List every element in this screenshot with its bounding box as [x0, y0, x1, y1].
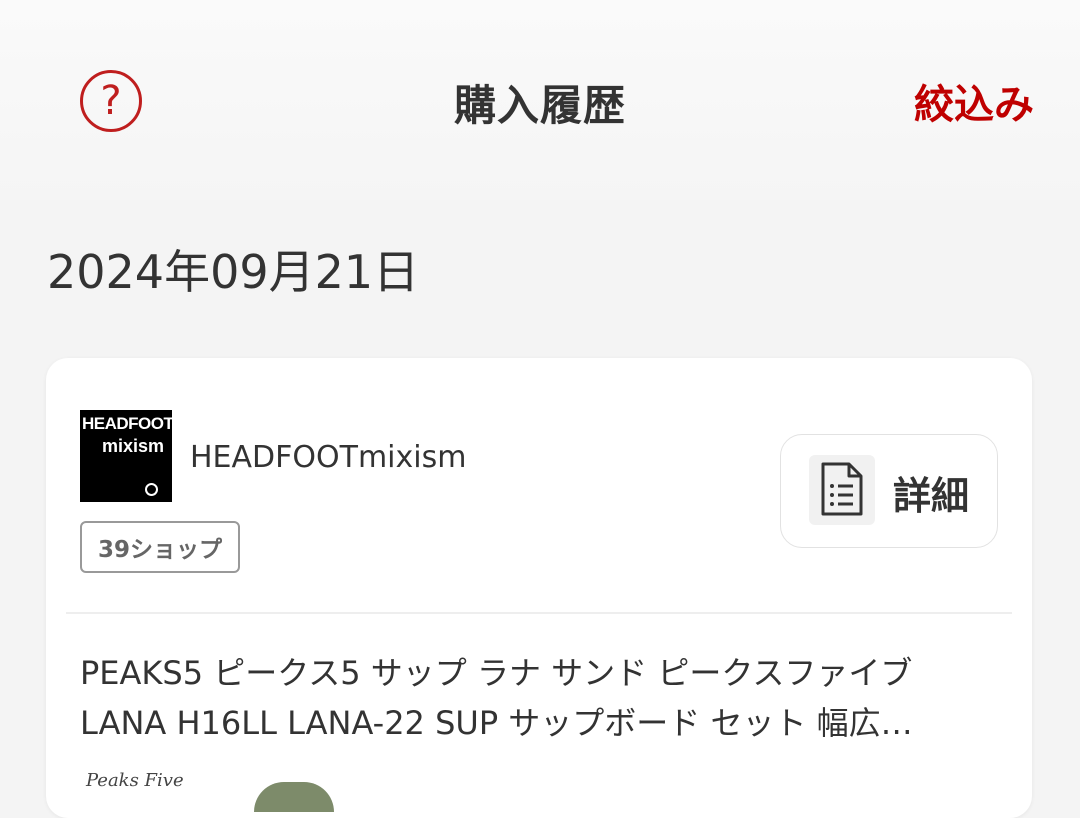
product-thumbnail[interactable] — [254, 782, 334, 812]
card-divider — [66, 612, 1012, 614]
filter-button[interactable]: 絞込み — [914, 72, 1034, 130]
detail-button[interactable]: 詳細 — [780, 434, 998, 548]
order-date-heading: 2024年09月21日 — [47, 245, 420, 299]
detail-button-label: 詳細 — [893, 474, 970, 518]
document-list-icon — [809, 455, 875, 525]
shop-badge: 39ショップ — [80, 521, 240, 573]
product-thumbnail-brand: Peaks Five — [86, 770, 184, 791]
logo-text-line1: HEADFOOT — [82, 414, 174, 433]
header-bar: ? 購入履歴 絞込み — [0, 0, 1080, 200]
shop-name[interactable]: HEADFOOTmixism — [190, 440, 466, 475]
logo-text-line2: mixism — [102, 436, 165, 456]
shop-logo[interactable]: HEADFOOT mixism — [80, 410, 174, 502]
product-title[interactable]: PEAKS5 ピークス5 サップ ラナ サンド ピークスファイブ LANA H1… — [80, 648, 980, 748]
order-card: HEADFOOT mixism HEADFOOTmixism 39ショップ 詳細… — [46, 358, 1032, 818]
logo-mark-icon — [145, 483, 158, 496]
